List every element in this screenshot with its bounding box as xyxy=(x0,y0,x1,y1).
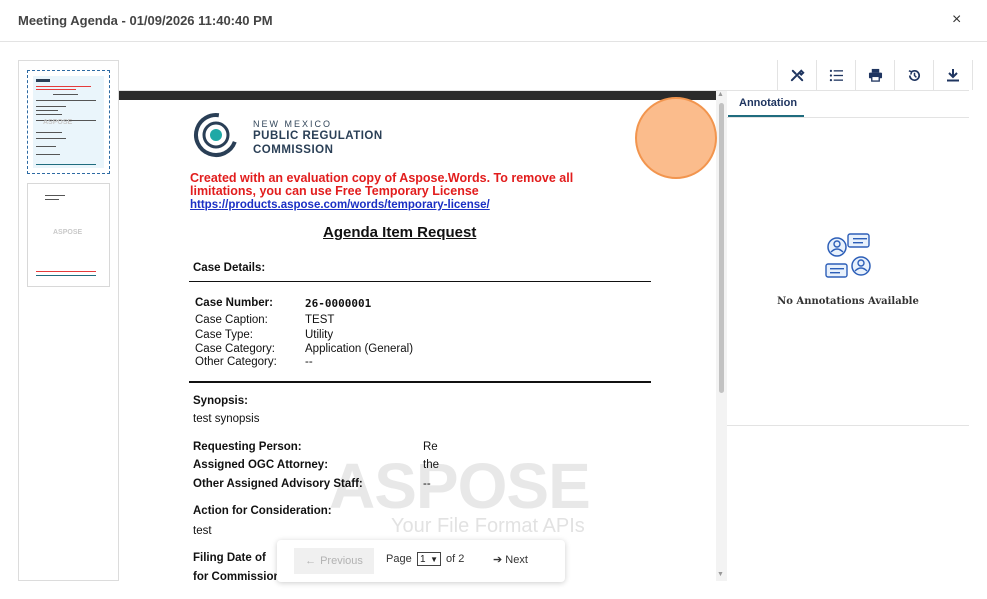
dialog-title: Meeting Agenda - 01/09/2026 11:40:40 PM xyxy=(18,13,273,28)
other-category-label: Other Category: xyxy=(195,356,277,368)
annotation-panel: Annotation No Annotations Available xyxy=(727,91,969,581)
history-button[interactable] xyxy=(895,60,934,90)
thumb-text-line xyxy=(36,106,66,107)
thumb-text-line xyxy=(53,94,78,95)
org-name-line2: PUBLIC REGULATION xyxy=(253,130,383,142)
thumb-text-line xyxy=(36,100,96,101)
thumb-text-line xyxy=(36,114,62,115)
page-navigator: ← Previous Page 1 ▼ of 2 ➔ Next xyxy=(277,540,565,582)
aspose-watermark: ASPOSE xyxy=(329,450,591,522)
action-value: test xyxy=(193,525,212,537)
next-label: Next xyxy=(505,554,528,566)
tab-annotation[interactable]: Annotation xyxy=(728,97,804,117)
thumb-text-line xyxy=(36,138,66,139)
case-caption-value: TEST xyxy=(305,314,335,326)
thumb-red-line xyxy=(36,86,91,87)
page-1-thumbnail[interactable]: ASPOSE xyxy=(27,70,110,174)
thumb-logo-mark xyxy=(36,79,50,82)
arrow-right-icon: ➔ xyxy=(493,554,503,566)
case-type-value: Utility xyxy=(305,329,334,341)
chevron-down-icon: ▼ xyxy=(430,555,438,564)
evaluation-notice: Created with an evaluation copy of Aspos… xyxy=(190,171,574,198)
thumb-text-line xyxy=(36,154,60,155)
page-2-thumbnail[interactable]: ASPOSE xyxy=(27,183,110,287)
thumb-text-line xyxy=(45,195,65,196)
thumbnail-page-preview: ASPOSE xyxy=(33,189,104,281)
thumb-red-line xyxy=(36,271,96,272)
assigned-attorney-value: the xyxy=(423,459,439,471)
list-button[interactable] xyxy=(817,60,856,90)
page-select[interactable]: 1 ▼ xyxy=(417,552,441,566)
scroll-down-icon[interactable]: ▼ xyxy=(717,571,724,578)
arrow-left-icon: ← xyxy=(305,555,317,567)
list-icon xyxy=(829,69,843,81)
thumb-watermark: ASPOSE xyxy=(53,229,83,236)
synopsis-value: test synopsis xyxy=(193,413,260,425)
case-number-label: Case Number: xyxy=(195,297,273,309)
viewer-toolbar xyxy=(777,60,973,91)
previous-label: Previous xyxy=(320,555,363,567)
thumb-footer-line xyxy=(36,164,96,165)
action-label: Action for Consideration: xyxy=(193,505,332,517)
current-page-value: 1 xyxy=(420,554,426,565)
aspose-watermark-tagline: Your File Format APIs xyxy=(391,515,585,537)
section-divider xyxy=(189,281,651,282)
document-title: Agenda Item Request xyxy=(323,224,477,241)
no-annotations-icon xyxy=(825,233,871,278)
tools-icon xyxy=(790,68,805,81)
panel-divider xyxy=(727,425,969,426)
thumb-text-line xyxy=(36,146,56,147)
org-name-line3: COMMISSION xyxy=(253,144,334,156)
thumb-footer-line xyxy=(36,275,96,276)
page-label: Page xyxy=(386,553,412,565)
section-divider xyxy=(189,381,651,383)
document-scrollbar[interactable]: ▲ ▼ xyxy=(716,91,727,581)
assigned-attorney-label: Assigned OGC Attorney: xyxy=(193,459,329,471)
other-staff-label: Other Assigned Advisory Staff: xyxy=(193,478,363,490)
print-button[interactable] xyxy=(856,60,895,90)
license-link[interactable]: https://products.aspose.com/words/tempor… xyxy=(190,199,490,211)
thumbnail-sidebar: ASPOSE ASPOSE xyxy=(18,60,119,581)
tools-button[interactable] xyxy=(778,60,817,90)
case-number-value: 26-0000001 xyxy=(305,297,372,310)
next-page-button[interactable]: ➔ Next xyxy=(493,553,528,566)
previous-page-button[interactable]: ← Previous xyxy=(294,548,374,574)
other-category-value: -- xyxy=(305,356,313,368)
case-type-label: Case Type: xyxy=(195,329,253,341)
cursor-highlight xyxy=(635,97,717,179)
thumb-watermark: ASPOSE xyxy=(43,119,73,126)
download-icon xyxy=(947,69,959,82)
thumb-text-line xyxy=(45,199,59,200)
print-icon xyxy=(868,68,882,82)
scroll-up-icon[interactable]: ▲ xyxy=(717,91,724,98)
dialog-header: Meeting Agenda - 01/09/2026 11:40:40 PM … xyxy=(0,0,987,42)
close-icon[interactable]: × xyxy=(952,11,961,29)
thumbnail-page-preview: ASPOSE xyxy=(33,76,104,168)
org-name-line1: NEW MEXICO xyxy=(253,119,333,129)
thumb-text-line xyxy=(36,132,62,133)
other-staff-value: -- xyxy=(423,478,431,490)
history-icon xyxy=(908,69,920,81)
page-count-label: of 2 xyxy=(446,553,465,565)
filing-date-label: Filing Date of xyxy=(193,552,266,564)
page-top-bar xyxy=(119,91,716,100)
case-caption-label: Case Caption: xyxy=(195,314,268,326)
empty-annotations-message: No Annotations Available xyxy=(777,296,919,307)
case-category-label: Case Category: xyxy=(195,343,275,355)
case-details-heading: Case Details: xyxy=(193,262,266,274)
thumb-red-line xyxy=(36,89,76,90)
document-viewer[interactable]: NEW MEXICO PUBLIC REGULATION COMMISSION … xyxy=(119,91,716,581)
thumb-text-line xyxy=(36,110,58,111)
requesting-person-label: Requesting Person: xyxy=(193,441,302,453)
scrollbar-thumb[interactable] xyxy=(719,103,724,393)
case-category-value: Application (General) xyxy=(305,343,414,355)
synopsis-label: Synopsis: xyxy=(193,395,248,407)
download-button[interactable] xyxy=(934,60,973,90)
commission-logo-icon xyxy=(194,113,238,157)
requesting-person-value: Re xyxy=(423,441,438,453)
tab-divider xyxy=(727,117,969,118)
